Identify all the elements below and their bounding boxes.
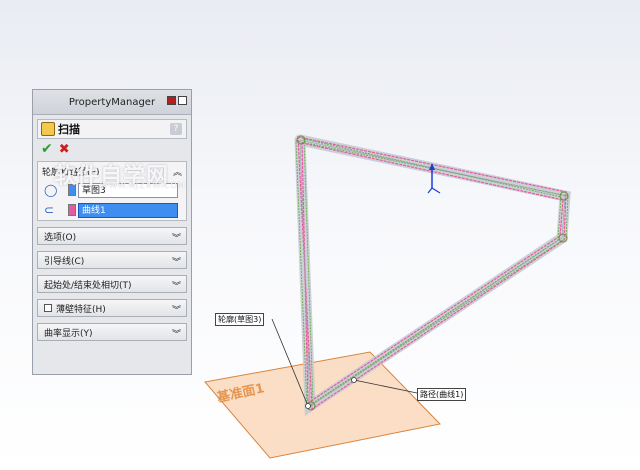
section-thin-feature[interactable]: 薄壁特征(H) ︾ [37, 299, 187, 317]
help-button[interactable]: ? [170, 123, 182, 135]
chevron-down-icon[interactable]: ︾ [172, 327, 181, 340]
chevron-down-icon[interactable]: ︾ [172, 231, 181, 244]
pin-icon[interactable] [167, 96, 176, 105]
section-label: 曲率显示(Y) [44, 328, 93, 339]
property-manager-header: PropertyManager [33, 90, 191, 115]
section-label: 起始处/结束处相切(T) [44, 280, 132, 291]
section-label: 薄壁特征(H) [56, 304, 106, 315]
section-tangency[interactable]: 起始处/结束处相切(T) ︾ [37, 275, 187, 293]
profile-anchor [305, 403, 311, 409]
path-selection-row: ⊂ 曲线1 [38, 200, 186, 220]
chevron-down-icon[interactable]: ︾ [172, 255, 181, 268]
maximize-icon[interactable] [178, 96, 187, 105]
property-manager-panel: PropertyManager 扫描 ? ✔ ✖ 轮廓和路径(P) ︽ ◯ 草图… [32, 89, 192, 375]
path-icon: ⊂ [44, 203, 55, 217]
chevron-down-icon[interactable]: ︾ [172, 279, 181, 292]
section-label: 选项(O) [44, 232, 77, 243]
path-selection-box[interactable]: 曲线1 [78, 202, 178, 218]
chevron-down-icon[interactable]: ︾ [172, 303, 181, 316]
sweep-feature-icon [41, 122, 55, 136]
property-manager-title: PropertyManager [68, 96, 156, 108]
feature-title-bar: 扫描 ? [37, 119, 187, 139]
section-guide-curves[interactable]: 引导线(C) ︾ [37, 251, 187, 269]
section-options[interactable]: 选项(O) ︾ [37, 227, 187, 245]
confirm-row: ✔ ✖ [33, 139, 191, 159]
profile-callout[interactable]: 轮廓(草图3) [215, 313, 265, 326]
feature-title: 扫描 [58, 123, 80, 136]
cancel-button[interactable]: ✖ [59, 142, 70, 157]
path-callout[interactable]: 路径(曲线1) [417, 388, 467, 401]
path-color-swatch [68, 204, 76, 216]
thin-feature-checkbox[interactable] [44, 304, 52, 312]
path-anchor [351, 377, 357, 383]
section-label: 引导线(C) [44, 256, 85, 267]
watermark-url: WWW.RJZXW.COM [100, 181, 186, 190]
chevron-up-icon[interactable]: ︽ [173, 165, 182, 178]
ok-button[interactable]: ✔ [41, 141, 53, 157]
section-curvature-display[interactable]: 曲率显示(Y) ︾ [37, 323, 187, 341]
plane-1[interactable]: 基准面1 [204, 351, 441, 459]
